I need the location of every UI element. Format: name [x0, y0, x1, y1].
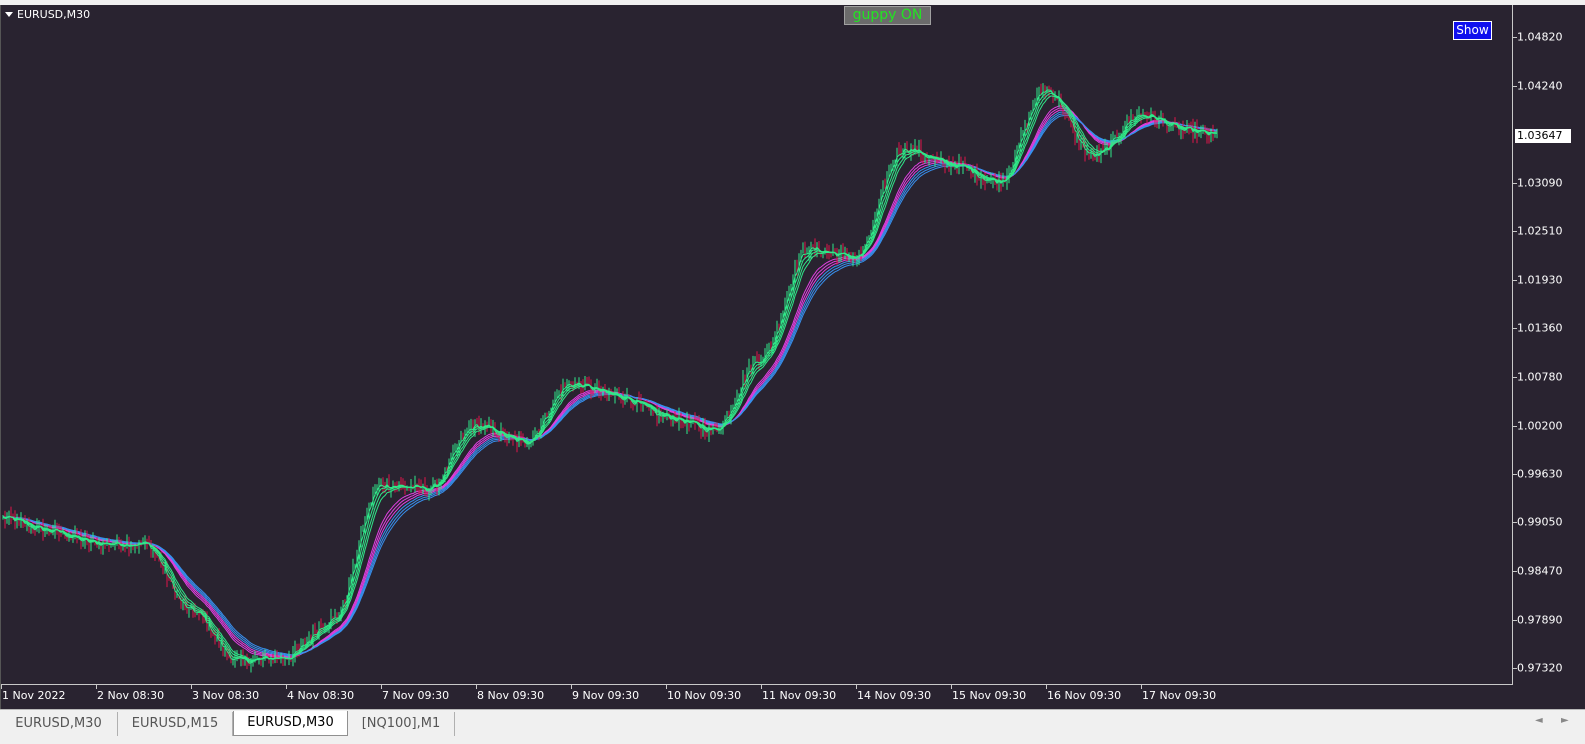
- time-axis-label: 11 Nov 09:30: [762, 689, 837, 702]
- price-axis-label: 1.04820: [1517, 30, 1563, 44]
- price-chart-svg[interactable]: [1, 5, 1512, 684]
- time-axis-label: 9 Nov 09:30: [572, 689, 640, 702]
- dropdown-triangle-icon[interactable]: [5, 12, 13, 17]
- guppy-toggle-button[interactable]: guppy ON: [844, 6, 931, 25]
- time-axis-label: 15 Nov 09:30: [952, 689, 1027, 702]
- current-price-label: 1.03647: [1515, 128, 1571, 143]
- time-axis-label: 14 Nov 09:30: [857, 689, 932, 702]
- price-axis-label: 0.97320: [1517, 661, 1563, 675]
- symbol-label-text: EURUSD,M30: [17, 8, 91, 21]
- symbol-label[interactable]: EURUSD,M30: [5, 8, 90, 21]
- price-axis-label: 0.98470: [1517, 564, 1563, 578]
- time-axis-label: 10 Nov 09:30: [667, 689, 742, 702]
- price-axis-label: 1.04240: [1517, 79, 1563, 93]
- time-axis-label: 3 Nov 08:30: [192, 689, 260, 702]
- price-axis-label: 1.02510: [1517, 224, 1563, 238]
- price-axis-label: 1.03090: [1517, 176, 1563, 190]
- price-axis-label: 1.00200: [1517, 419, 1563, 433]
- chart-tab-nq100-m1[interactable]: [NQ100],M1: [348, 712, 455, 736]
- price-axis-label: 1.01360: [1517, 321, 1563, 335]
- price-axis[interactable]: [1514, 5, 1585, 685]
- chart-tab-bar: EURUSD,M30 EURUSD,M15 EURUSD,M30 [NQ100]…: [0, 709, 1585, 744]
- chart-tab-eurusd-m30-1[interactable]: EURUSD,M30: [0, 712, 118, 736]
- tab-scroll-right-icon[interactable]: ►: [1561, 715, 1569, 726]
- price-axis-label: 0.99630: [1517, 467, 1563, 481]
- chart-window[interactable]: EURUSD,M30 guppy ON Show 1.04820 1.04240 1…: [0, 5, 1585, 709]
- time-axis-label: 16 Nov 09:30: [1047, 689, 1122, 702]
- time-axis-label: 1 Nov 2022: [2, 689, 66, 702]
- show-button[interactable]: Show: [1453, 21, 1492, 40]
- chart-tab-eurusd-m30-active[interactable]: EURUSD,M30: [233, 711, 348, 736]
- time-axis-label: 7 Nov 09:30: [382, 689, 450, 702]
- price-axis-label: 0.99050: [1517, 515, 1563, 529]
- time-axis-label: 8 Nov 09:30: [477, 689, 545, 702]
- price-axis-label: 1.00780: [1517, 370, 1563, 384]
- price-axis-label: 0.97890: [1517, 613, 1563, 627]
- time-axis-label: 17 Nov 09:30: [1142, 689, 1217, 702]
- time-axis-label: 2 Nov 08:30: [97, 689, 165, 702]
- price-axis-label: 1.01930: [1517, 273, 1563, 287]
- tab-scroll-left-icon[interactable]: ◄: [1535, 715, 1543, 726]
- guppy-long-ema-line: [2, 114, 1218, 656]
- time-axis-label: 4 Nov 08:30: [287, 689, 355, 702]
- chart-tab-eurusd-m15[interactable]: EURUSD,M15: [118, 712, 233, 736]
- plot-area[interactable]: EURUSD,M30 guppy ON Show: [1, 5, 1513, 685]
